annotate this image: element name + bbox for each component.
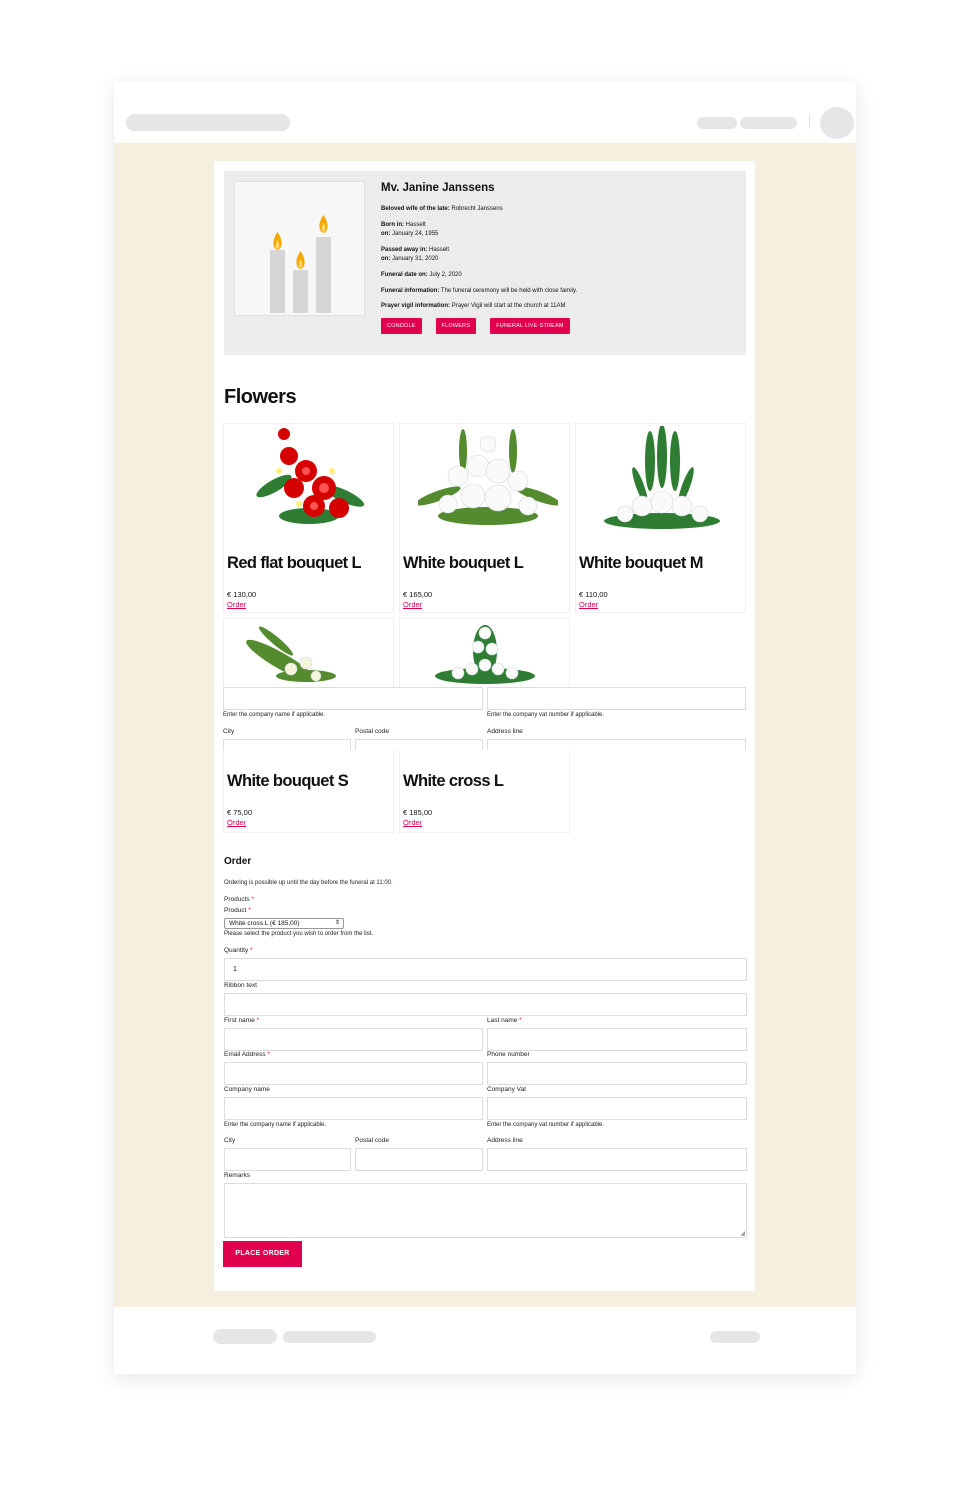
address-label: Address line [487, 1137, 523, 1144]
obituary-actions: CONDOLE FLOWERS FUNERAL LIVE-STREAM [381, 317, 741, 335]
order-link[interactable]: Order [403, 818, 422, 827]
product-name: White bouquet M [579, 554, 703, 572]
city-input[interactable] [223, 739, 351, 750]
nav-link-placeholder[interactable] [697, 117, 737, 129]
city-input[interactable] [224, 1148, 351, 1171]
address-input[interactable] [487, 1148, 747, 1171]
flowers-button[interactable]: FLOWERS [435, 317, 477, 335]
condole-button[interactable]: CONDOLE [381, 317, 422, 335]
product-price: € 130,00 [227, 590, 257, 599]
main-content: Mv. Janine Janssens Beloved wife of the … [214, 161, 755, 1291]
last-name-input[interactable] [487, 1028, 747, 1051]
footer-link-placeholder[interactable] [283, 1331, 376, 1343]
products-label: Products * [224, 896, 254, 903]
obituary-details: Mv. Janine Janssens Beloved wife of the … [381, 181, 741, 335]
browser-window: Mv. Janine Janssens Beloved wife of the … [114, 82, 856, 1374]
postal-label: Postal code [355, 728, 389, 735]
resize-handle-icon[interactable]: ◢ [740, 1230, 745, 1237]
order-link[interactable]: Order [403, 600, 422, 609]
order-link[interactable]: Order [227, 818, 246, 827]
company-input[interactable] [224, 1097, 483, 1120]
footer-link-placeholder[interactable] [213, 1329, 277, 1344]
site-header [114, 82, 856, 143]
order-link[interactable]: Order [227, 600, 246, 609]
site-footer [114, 1307, 856, 1374]
vat-hint: Enter the company vat number if applicab… [487, 712, 605, 718]
product-price: € 185,00 [403, 808, 433, 817]
product-label: Product * [224, 907, 251, 914]
phone-input[interactable] [487, 1062, 747, 1085]
footer-link-placeholder[interactable] [710, 1331, 760, 1343]
address-input[interactable] [487, 739, 746, 750]
product-card[interactable]: Red flat bouquet L € 130,00 Order [223, 423, 394, 613]
quantity-label: Quantity * [224, 947, 253, 954]
candles-icon [270, 215, 331, 313]
order-link[interactable]: Order [579, 600, 598, 609]
phone-label: Phone number [487, 1051, 530, 1058]
order-heading: Order [224, 856, 252, 867]
nav-link-placeholder[interactable] [740, 117, 797, 129]
product-price: € 75,00 [227, 808, 253, 817]
select-arrows-icon: ⇕ [334, 920, 340, 926]
vat-label: Company Vat [487, 1086, 526, 1093]
vigil-info: Prayer vigil information: Prayer Vigil w… [381, 303, 566, 310]
first-name-label: First name * [224, 1017, 260, 1024]
product-name: White bouquet S [227, 772, 349, 790]
company-label: Company name [224, 1086, 270, 1093]
place-order-button[interactable]: PLACE ORDER [223, 1241, 302, 1267]
postal-input[interactable] [355, 1148, 483, 1171]
last-name-label: Last name * [487, 1017, 522, 1024]
postal-input[interactable] [355, 739, 483, 750]
beloved-line: Beloved wife of the late: Robrecht Janss… [381, 205, 503, 212]
obituary-panel: Mv. Janine Janssens Beloved wife of the … [224, 171, 746, 355]
ribbon-label: Ribbon text [224, 982, 257, 989]
white-bouquet-m-image [604, 426, 720, 529]
flowers-heading: Flowers [224, 386, 297, 408]
product-name: White bouquet L [403, 554, 524, 572]
funeral-info: Funeral information: The funeral ceremon… [381, 287, 578, 294]
form-fragment-overlay: Enter the company name if applicable. En… [223, 687, 746, 750]
ribbon-input[interactable] [224, 993, 747, 1016]
product-hint: Please select the product you wish to or… [224, 931, 374, 937]
passed-info: Passed away in: Hasselt on: January 31, … [381, 246, 450, 263]
white-bouquet-l-image [418, 429, 558, 525]
deceased-name: Mv. Janine Janssens [381, 182, 495, 194]
city-label: City [224, 1137, 236, 1144]
company-hint: Enter the company name if applicable. [224, 1122, 327, 1128]
address-label: Address line [487, 728, 523, 735]
born-info: Born in: Hasselt on: January 24, 1955 [381, 221, 439, 238]
product-card[interactable]: White bouquet L € 165,00 Order [399, 423, 570, 613]
white-bouquet-s-image [246, 626, 336, 683]
product-price: € 165,00 [403, 590, 433, 599]
avatar[interactable] [820, 107, 854, 139]
funeral-date: Funeral date on: July 2, 2020 [381, 271, 462, 278]
page-body: Mv. Janine Janssens Beloved wife of the … [114, 143, 856, 1307]
remarks-textarea[interactable]: ◢ [224, 1183, 747, 1238]
vat-hint: Enter the company vat number if applicab… [487, 1122, 605, 1128]
city-label: City [223, 728, 235, 735]
order-note: Ordering is possible up until the day be… [224, 880, 393, 886]
red-bouquet-image [256, 428, 365, 524]
company-hint: Enter the company name if applicable. [223, 712, 326, 718]
company-name-input[interactable] [223, 687, 483, 710]
white-cross-image [435, 625, 535, 684]
company-vat-input[interactable] [487, 687, 746, 710]
product-select[interactable]: White cross L (€ 185,00) ⇕ [224, 918, 344, 929]
product-price: € 110,00 [579, 590, 608, 599]
postal-label: Postal code [355, 1137, 389, 1144]
quantity-input[interactable]: 1 [224, 958, 747, 981]
header-divider [809, 115, 810, 129]
product-name: White cross L [403, 772, 504, 790]
first-name-input[interactable] [224, 1028, 483, 1051]
vat-input[interactable] [487, 1097, 747, 1120]
candles-image [234, 181, 365, 316]
product-name: Red flat bouquet L [227, 554, 362, 572]
remarks-label: Remarks [224, 1172, 251, 1179]
logo-placeholder [126, 114, 290, 131]
product-card[interactable]: White bouquet M € 110,00 Order [575, 423, 746, 613]
email-label: Email Address * [224, 1051, 270, 1058]
livestream-button[interactable]: FUNERAL LIVE-STREAM [490, 317, 570, 335]
email-input[interactable] [224, 1062, 483, 1085]
